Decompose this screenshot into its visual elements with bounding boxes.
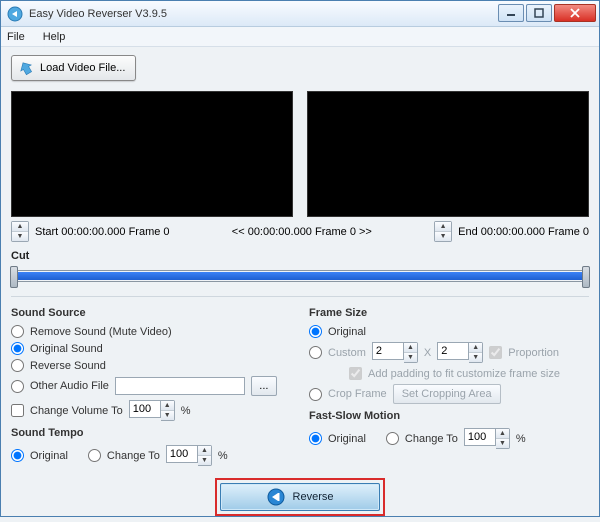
motion-original-radio[interactable] (309, 432, 322, 445)
menubar: File Help (1, 27, 599, 47)
motion-stepper[interactable]: ▲▼ (464, 428, 510, 449)
spin-down-icon[interactable]: ▼ (404, 353, 417, 362)
browse-audio-button[interactable]: ... (251, 376, 277, 396)
sound-tempo-title: Sound Tempo (11, 427, 291, 439)
content: Load Video File... ▲▼ Start 00:00:00.000… (1, 47, 599, 522)
spin-up-icon[interactable]: ▲ (469, 343, 482, 352)
reverse-label: Reverse (293, 491, 334, 503)
current-time-label: << 00:00:00.000 Frame 0 >> (176, 226, 429, 238)
width-stepper[interactable]: ▲▼ (372, 342, 418, 363)
proportion-label: Proportion (508, 347, 559, 359)
load-video-label: Load Video File... (40, 62, 125, 74)
reverse-highlight: Reverse (215, 478, 385, 516)
start-time-label: Start 00:00:00.000 Frame 0 (35, 226, 170, 238)
proportion-checkbox (489, 346, 502, 359)
preview-row (11, 91, 589, 217)
x-label: X (424, 347, 431, 359)
volume-input[interactable] (129, 400, 161, 418)
cut-handle-start[interactable] (10, 266, 18, 288)
height-stepper[interactable]: ▲▼ (437, 342, 483, 363)
spin-up-icon[interactable]: ▲ (404, 343, 417, 352)
fast-slow-title: Fast-Slow Motion (309, 410, 589, 422)
crop-frame-label: Crop Frame (328, 388, 387, 400)
motion-change-label: Change To (405, 433, 458, 445)
separator (11, 296, 589, 297)
tempo-input[interactable] (166, 445, 198, 463)
start-frame-stepper[interactable]: ▲▼ (11, 221, 29, 242)
spin-down-icon[interactable]: ▼ (469, 353, 482, 362)
end-time-label: End 00:00:00.000 Frame 0 (458, 226, 589, 238)
menu-help[interactable]: Help (43, 31, 66, 43)
tempo-stepper[interactable]: ▲▼ (166, 445, 212, 466)
change-volume-checkbox[interactable] (11, 404, 24, 417)
close-button[interactable] (554, 4, 596, 22)
reverse-sound-radio[interactable] (11, 359, 24, 372)
spin-up-icon[interactable]: ▲ (435, 222, 451, 231)
preview-reversed (307, 91, 589, 217)
remove-sound-option[interactable]: Remove Sound (Mute Video) (11, 325, 291, 338)
frame-original-radio[interactable] (309, 325, 322, 338)
tempo-change-label: Change To (107, 450, 160, 462)
sound-source-title: Sound Source (11, 307, 291, 319)
end-frame-stepper[interactable]: ▲▼ (434, 221, 452, 242)
frame-column: Frame Size Original Custom ▲▼ X ▲▼ Propo… (309, 307, 589, 470)
window-title: Easy Video Reverser V3.9.5 (29, 8, 496, 20)
motion-input[interactable] (464, 428, 496, 446)
volume-stepper[interactable]: ▲▼ (129, 400, 175, 421)
tempo-original-label: Original (30, 450, 68, 462)
remove-sound-radio[interactable] (11, 325, 24, 338)
height-input[interactable] (437, 342, 469, 360)
frame-custom-radio[interactable] (309, 346, 322, 359)
pct-label: % (181, 405, 191, 417)
change-volume-label: Change Volume To (30, 405, 123, 417)
load-video-button[interactable]: Load Video File... (11, 55, 136, 81)
app-icon (7, 6, 23, 22)
spin-down-icon[interactable]: ▼ (161, 411, 174, 420)
preview-original (11, 91, 293, 217)
spin-down-icon[interactable]: ▼ (198, 456, 211, 465)
crop-frame-radio[interactable] (309, 388, 322, 401)
original-sound-option[interactable]: Original Sound (11, 342, 291, 355)
frame-size-title: Frame Size (309, 307, 589, 319)
frame-custom-label: Custom (328, 347, 366, 359)
spin-up-icon[interactable]: ▲ (161, 401, 174, 410)
maximize-button[interactable] (526, 4, 552, 22)
motion-change-radio[interactable] (386, 432, 399, 445)
padding-checkbox (349, 367, 362, 380)
other-audio-label: Other Audio File (30, 380, 109, 392)
spin-up-icon[interactable]: ▲ (198, 446, 211, 455)
spin-up-icon[interactable]: ▲ (496, 429, 509, 438)
cut-slider[interactable] (11, 266, 589, 288)
titlebar: Easy Video Reverser V3.9.5 (1, 1, 599, 27)
reverse-icon (267, 488, 285, 506)
reverse-sound-option[interactable]: Reverse Sound (11, 359, 291, 372)
spin-down-icon[interactable]: ▼ (435, 232, 451, 241)
tempo-change-radio[interactable] (88, 449, 101, 462)
spin-up-icon[interactable]: ▲ (12, 222, 28, 231)
menu-file[interactable]: File (7, 31, 25, 43)
pct-label: % (218, 450, 228, 462)
motion-original-label: Original (328, 433, 366, 445)
tempo-original-radio[interactable] (11, 449, 24, 462)
pct-label: % (516, 433, 526, 445)
time-row: ▲▼ Start 00:00:00.000 Frame 0 << 00:00:0… (11, 221, 589, 242)
open-file-icon (18, 60, 34, 76)
other-audio-input[interactable] (115, 377, 245, 395)
set-cropping-button[interactable]: Set Cropping Area (393, 384, 501, 404)
cut-range (13, 272, 587, 280)
spin-down-icon[interactable]: ▼ (496, 439, 509, 448)
padding-label: Add padding to fit customize frame size (368, 368, 560, 380)
cut-label: Cut (11, 250, 589, 262)
window-buttons (496, 4, 596, 24)
width-input[interactable] (372, 342, 404, 360)
frame-original-option[interactable]: Original (309, 325, 589, 338)
reverse-button[interactable]: Reverse (220, 483, 380, 511)
sound-column: Sound Source Remove Sound (Mute Video) O… (11, 307, 291, 470)
original-sound-radio[interactable] (11, 342, 24, 355)
other-audio-radio[interactable] (11, 380, 24, 393)
spin-down-icon[interactable]: ▼ (12, 232, 28, 241)
reverse-row: Reverse (11, 478, 589, 516)
minimize-button[interactable] (498, 4, 524, 22)
cut-handle-end[interactable] (582, 266, 590, 288)
